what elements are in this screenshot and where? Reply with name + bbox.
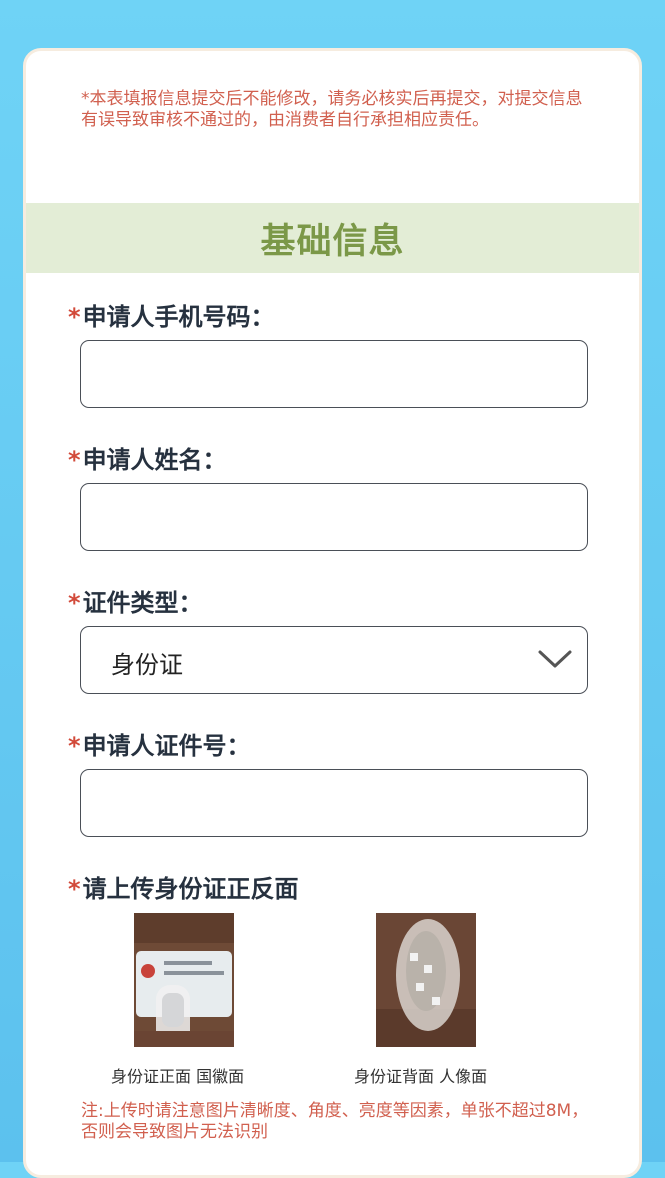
id-type-value: 身份证 (111, 651, 183, 679)
name-input[interactable] (80, 483, 588, 551)
upload-label: *请上传身份证正反面 (68, 875, 299, 903)
required-mark: * (68, 589, 81, 617)
name-label: *申请人姓名： (68, 446, 227, 474)
notice-text: *本表填报信息提交后不能修改，请务必核实后再提交，对提交信息有误导致审核不通过的… (81, 89, 583, 130)
required-mark: * (68, 446, 81, 474)
required-mark: * (68, 875, 81, 903)
id-type-select[interactable]: 身份证 (80, 626, 588, 694)
id-number-input[interactable] (80, 769, 588, 837)
upload-note: 注:上传时请注意图片清晰度、角度、亮度等因素，单张不超过8M， 否则会导致图片无… (81, 1101, 589, 1142)
required-mark: * (68, 732, 81, 760)
id-type-label: *证件类型： (68, 589, 203, 617)
chevron-down-icon (538, 650, 572, 668)
section-title: 基础信息 (260, 221, 405, 262)
id-back-photo (376, 913, 476, 1047)
id-front-caption: 身份证正面 国徽面 (111, 1067, 245, 1086)
id-back-upload[interactable] (376, 913, 476, 1047)
required-mark: * (68, 303, 81, 331)
id-number-label: *申请人证件号： (68, 732, 251, 760)
phone-label: *申请人手机号码： (68, 303, 275, 331)
id-back-caption: 身份证背面 人像面 (354, 1067, 488, 1086)
section-header: 基础信息 (26, 203, 639, 273)
form-card: *本表填报信息提交后不能修改，请务必核实后再提交，对提交信息有误导致审核不通过的… (23, 48, 642, 1178)
phone-input[interactable] (80, 340, 588, 408)
id-front-photo (134, 913, 234, 1047)
id-front-upload[interactable] (134, 913, 234, 1047)
